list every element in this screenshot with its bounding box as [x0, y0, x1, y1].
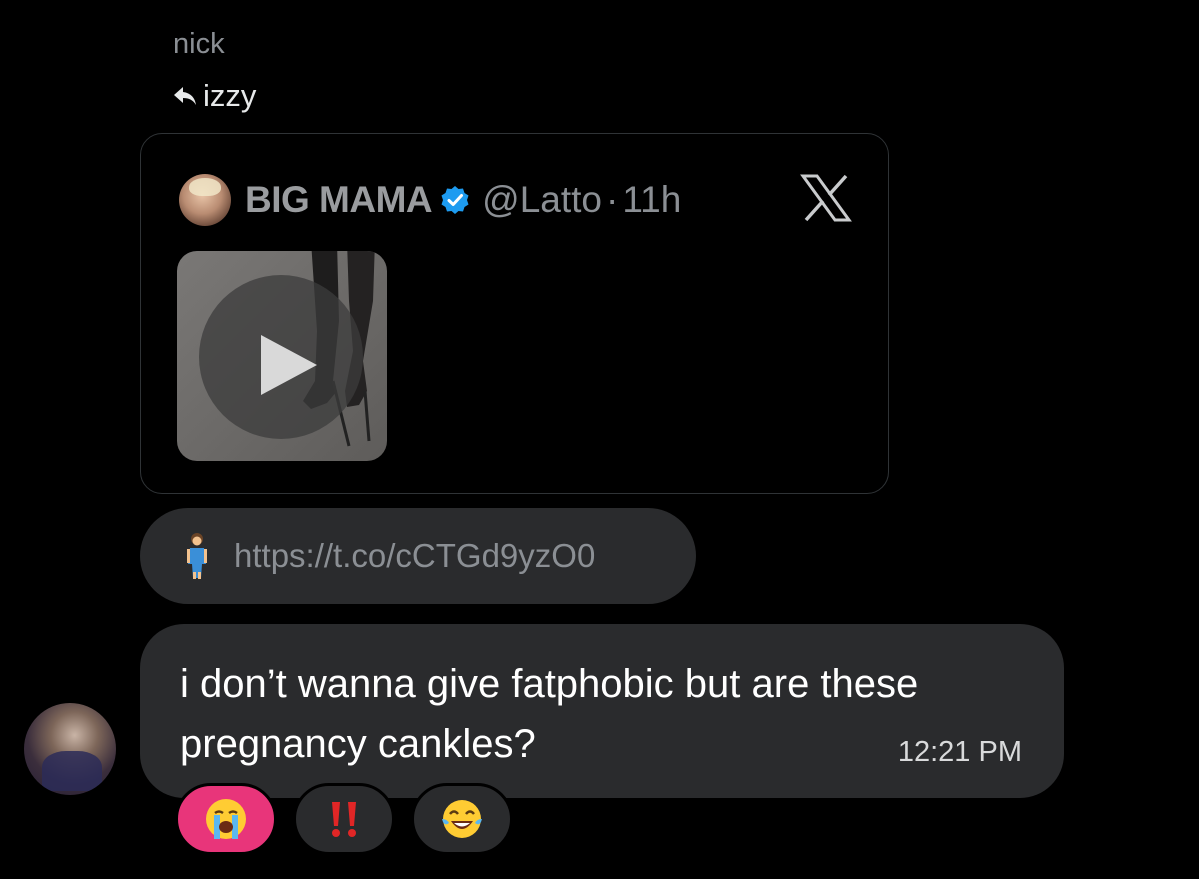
tweet-handle[interactable]: @Latto: [482, 179, 602, 221]
link-message-bubble[interactable]: https://t.co/cCTGd9yzO0: [140, 508, 696, 604]
link-url[interactable]: https://t.co/cCTGd9yzO0: [234, 537, 595, 575]
reply-arrow-icon: [173, 85, 197, 107]
double-exclamation-icon: [332, 802, 356, 837]
x-logo-icon: [800, 174, 852, 222]
tweet-time: 11h: [622, 179, 682, 220]
message-bubble[interactable]: i don’t wanna give fatphobic but are the…: [140, 624, 1064, 798]
reaction-crying[interactable]: [175, 783, 277, 855]
person-standing-icon: [184, 532, 210, 580]
face-with-tears-of-joy-icon: [442, 800, 482, 838]
reply-to-name: izzy: [203, 78, 257, 113]
reaction-double-exclamation[interactable]: [293, 783, 395, 855]
quoted-tweet-card[interactable]: BIG MAMA @Latto · 11h: [140, 133, 889, 494]
reaction-tears-of-joy[interactable]: [411, 783, 513, 855]
tweet-separator: ·: [606, 179, 619, 220]
tweet-author-name[interactable]: BIG MAMA: [245, 179, 433, 221]
reply-indicator[interactable]: izzy: [173, 78, 256, 114]
verified-badge-icon: [440, 185, 470, 215]
tweet-header: BIG MAMA @Latto · 11h: [179, 174, 681, 226]
video-thumbnail[interactable]: [177, 251, 387, 461]
tweet-author-avatar[interactable]: [179, 174, 231, 226]
loudly-crying-face-icon: [206, 799, 246, 839]
sender-name: nick: [173, 28, 225, 60]
sender-avatar[interactable]: [24, 703, 116, 795]
play-icon: [259, 333, 319, 397]
message-timestamp: 12:21 PM: [897, 736, 1022, 768]
